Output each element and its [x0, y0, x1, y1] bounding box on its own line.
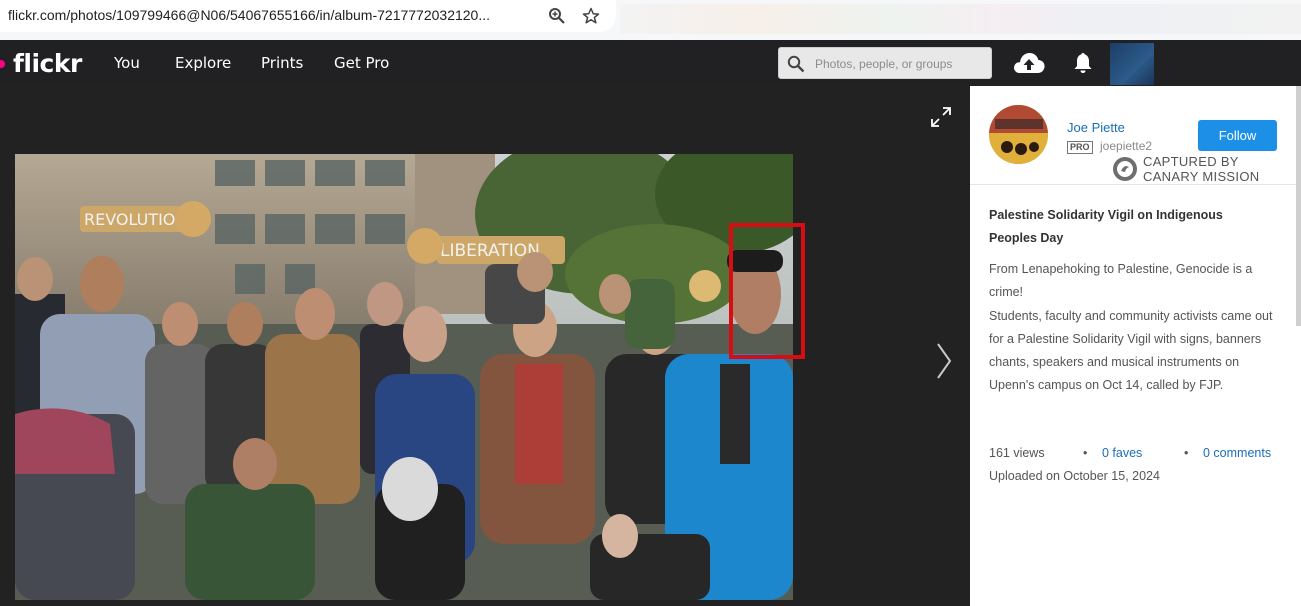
address-bar[interactable]: flickr.com/photos/109799466@N06/54067655…	[0, 0, 616, 32]
upload-date: Uploaded on October 15, 2024	[989, 469, 1160, 483]
next-photo-arrow-icon[interactable]	[934, 342, 954, 385]
photo-stats: 161 views • 0 faves • 0 comments	[989, 446, 1289, 466]
nav-get-pro[interactable]: Get Pro	[334, 54, 389, 72]
nav-explore[interactable]: Explore	[175, 54, 231, 72]
browser-toolbar: flickr.com/photos/109799466@N06/54067655…	[0, 0, 1301, 40]
search-input[interactable]	[815, 54, 985, 74]
flickr-nav: flickr You Explore Prints Get Pro	[0, 40, 1301, 86]
search-icon	[787, 55, 805, 78]
canary-logo-icon	[1112, 156, 1138, 187]
flickr-logo[interactable]: flickr	[13, 49, 82, 78]
comments-link[interactable]: 0 comments	[1203, 446, 1271, 460]
bookmark-star-icon[interactable]	[579, 4, 603, 28]
zoom-icon[interactable]	[545, 4, 569, 28]
faves-link[interactable]: 0 faves	[1102, 446, 1142, 460]
watermark-line-1: CAPTURED BY	[1143, 154, 1239, 169]
expand-fullscreen-icon[interactable]	[930, 106, 952, 133]
photo-stage: REVOLUTION LIBERATION	[0, 86, 970, 606]
description-paragraph-2: Students, faculty and community activist…	[989, 308, 1273, 393]
stats-separator: •	[1083, 446, 1088, 460]
search-box[interactable]	[778, 47, 992, 79]
owner-handle[interactable]: joepiette2	[1100, 139, 1152, 153]
protest-photo-illustration: REVOLUTION LIBERATION	[15, 154, 793, 600]
red-highlight-box	[729, 223, 805, 359]
pro-badge: PRO	[1067, 141, 1093, 154]
stats-separator: •	[1184, 446, 1189, 460]
watermark-line-2: CANARY MISSION	[1143, 169, 1260, 184]
views-count: 161 views	[989, 446, 1045, 460]
url-text[interactable]: flickr.com/photos/109799466@N06/54067655…	[8, 7, 490, 23]
photo-title: Palestine Solidarity Vigil on Indigenous…	[989, 208, 1223, 245]
notifications-bell-icon[interactable]	[1071, 51, 1095, 80]
user-avatar[interactable]	[1110, 43, 1154, 85]
upload-cloud-icon[interactable]	[1012, 50, 1046, 81]
nav-you[interactable]: You	[114, 54, 140, 72]
follow-button[interactable]: Follow	[1198, 120, 1277, 151]
photo-description: From Lenapehoking to Palestine, Genocide…	[989, 258, 1279, 398]
nav-prints[interactable]: Prints	[261, 54, 303, 72]
main-photo[interactable]: REVOLUTION LIBERATION	[15, 154, 793, 600]
panel-scrollbar[interactable]	[1296, 86, 1301, 326]
owner-name[interactable]: Joe Piette	[1067, 120, 1125, 135]
logo-dot-icon	[0, 60, 5, 68]
owner-avatar[interactable]	[989, 105, 1048, 164]
blurred-browser-area	[620, 4, 1301, 34]
description-paragraph-1: From Lenapehoking to Palestine, Genocide…	[989, 262, 1253, 300]
